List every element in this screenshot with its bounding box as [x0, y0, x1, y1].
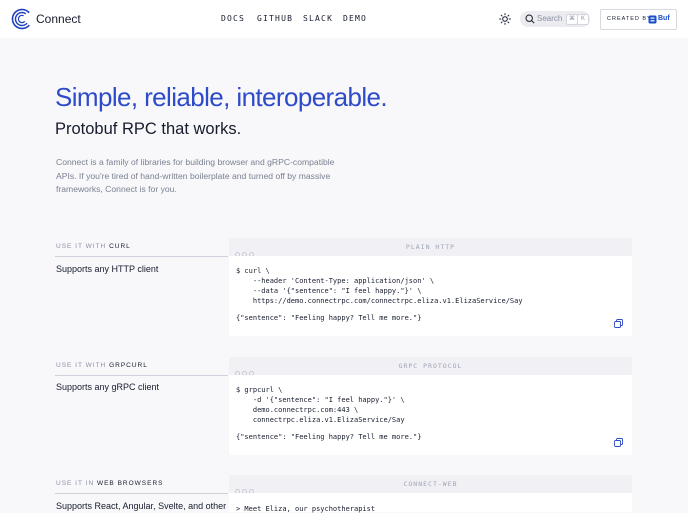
code-line: $ curl \	[236, 267, 270, 275]
code-line: --header 'Content-Type: application/json…	[236, 277, 435, 285]
code-line: $ grpcurl \	[236, 386, 283, 394]
hero-title: Simple, reliable, interoperable.	[55, 82, 388, 112]
code-panel-header: CONNECT-WEB	[229, 475, 632, 494]
section-label-name: WEB BROWSERS	[96, 480, 164, 487]
section-description: Supports React, Angular, Svelte, and oth…	[56, 501, 227, 511]
section-label-name: CURL	[109, 243, 131, 250]
brand-name[interactable]: Connect	[36, 12, 81, 26]
theme-toggle-sun-icon[interactable]	[499, 13, 511, 25]
search-placeholder: Search	[537, 14, 563, 23]
section-description: Supports any HTTP client	[56, 264, 159, 274]
code-line: https://demo.connectrpc.com/connectrpc.e…	[236, 297, 523, 305]
nav-github[interactable]: GITHUB	[257, 14, 293, 23]
code-line: --data '{"sentence": "I feel happy."}' \	[236, 287, 422, 295]
code-line: connectrpc.eliza.v1.ElizaService/Say	[236, 416, 405, 424]
nav-slack[interactable]: SLACK	[303, 14, 333, 23]
section-label-prefix: USE IT IN	[56, 480, 95, 487]
code-line: -d '{"sentence": "I feel happy."}' \	[236, 396, 405, 404]
created-by-buf-link[interactable]: CREATED BY Buf	[600, 9, 677, 30]
section-label-prefix: USE IT WITH	[56, 243, 107, 250]
code-panel-title: GRPC PROTOCOL	[398, 362, 463, 370]
hero-intro: Connect is a family of libraries for bui…	[56, 157, 335, 194]
buf-logo-icon	[648, 15, 657, 24]
code-panel: $ curl \ --header 'Content-Type: applica…	[229, 256, 632, 336]
section-label-web: USE IT IN WEB BROWSERS	[56, 480, 164, 487]
code-line: {"sentence": "Feeling happy? Tell me mor…	[236, 314, 422, 322]
section-description: Supports any gRPC client	[56, 382, 160, 392]
code-panel-title: CONNECT-WEB	[403, 480, 458, 488]
search-icon	[525, 14, 535, 24]
code-panel: > Meet Eliza, our psychotherapist	[229, 493, 632, 513]
nav-docs[interactable]: DOCS	[221, 14, 245, 23]
section-label-name: GRPCURL	[109, 362, 148, 369]
section-divider	[55, 375, 228, 376]
copy-icon[interactable]	[614, 319, 623, 328]
copy-icon[interactable]	[614, 438, 623, 447]
code-panel: $ grpcurl \ -d '{"sentence": "I feel hap…	[229, 375, 632, 455]
section-label-grpcurl: USE IT WITH GRPCURL	[56, 362, 148, 369]
code-line: {"sentence": "Feeling happy? Tell me mor…	[236, 433, 422, 441]
buf-label: Buf	[658, 15, 670, 22]
created-by-label: CREATED BY	[607, 16, 652, 22]
section-label-prefix: USE IT WITH	[56, 362, 107, 369]
section-label-curl: USE IT WITH CURL	[56, 243, 131, 250]
shortcut-key-k: K	[577, 14, 589, 25]
section-divider	[55, 256, 228, 257]
code-panel-title: PLAIN HTTP	[405, 243, 456, 251]
code-line: demo.connectrpc.com:443 \	[236, 406, 359, 414]
connect-logo-icon[interactable]	[11, 8, 33, 30]
nav-demo[interactable]: DEMO	[343, 14, 367, 23]
hero-subtitle: Protobuf RPC that works.	[55, 120, 242, 138]
code-panel-header: GRPC PROTOCOL	[229, 357, 632, 376]
search-button[interactable]: Search ⌘ K	[520, 11, 590, 27]
code-panel-header: PLAIN HTTP	[229, 238, 632, 257]
site-header: Connect DOCS GITHUB SLACK DEMO Search ⌘ …	[0, 0, 688, 38]
section-divider	[55, 493, 228, 494]
